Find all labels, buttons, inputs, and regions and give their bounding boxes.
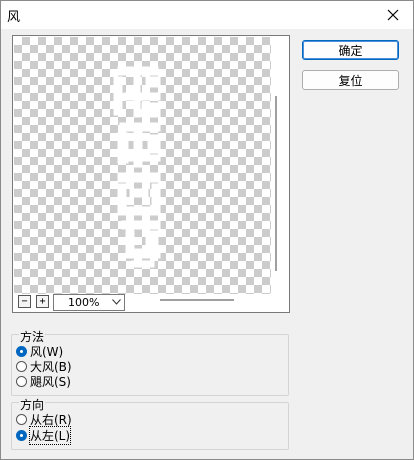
- radio-wind[interactable]: [16, 345, 27, 357]
- method-option-stagger[interactable]: 飓风(S): [16, 374, 71, 389]
- zoom-value: 100%: [68, 296, 100, 309]
- close-button[interactable]: [379, 3, 407, 27]
- close-icon: [387, 9, 399, 21]
- radio-blast[interactable]: [16, 360, 27, 372]
- preview-frame: − + 100%: [12, 35, 290, 313]
- window-title: 风: [7, 10, 21, 25]
- direction-option-left[interactable]: 从左(L): [16, 425, 72, 445]
- method-option-blast[interactable]: 大风(B): [16, 359, 72, 374]
- radio-label-from-right: 从右(R): [30, 412, 72, 427]
- ok-button[interactable]: 确定: [302, 40, 399, 60]
- title-bar: 风: [1, 1, 413, 29]
- radio-stagger[interactable]: [16, 375, 27, 387]
- horizontal-scrollbar[interactable]: [160, 299, 234, 301]
- zoom-in-button[interactable]: +: [36, 295, 49, 308]
- zoom-dropdown[interactable]: 100%: [53, 294, 125, 311]
- preview-image: [113, 66, 161, 268]
- direction-option-right[interactable]: 从右(R): [16, 412, 72, 427]
- chevron-down-icon: [109, 296, 123, 308]
- vertical-scrollbar[interactable]: [275, 96, 277, 271]
- radio-label-stagger: 飓风(S): [30, 374, 71, 389]
- radio-label-from-left: 从左(L): [28, 425, 72, 445]
- preview-footer: − + 100%: [13, 294, 289, 312]
- zoom-out-button[interactable]: −: [18, 295, 31, 308]
- wind-filter-dialog: 风 − + 100% 确定 复位 方法 风(W) 大风(B) 飓风(S) 方向 …: [0, 0, 414, 460]
- method-option-wind[interactable]: 风(W): [16, 344, 63, 359]
- radio-from-left[interactable]: [16, 429, 27, 441]
- reset-button[interactable]: 复位: [302, 70, 399, 90]
- preview-canvas[interactable]: [14, 37, 271, 294]
- radio-from-right[interactable]: [16, 413, 27, 425]
